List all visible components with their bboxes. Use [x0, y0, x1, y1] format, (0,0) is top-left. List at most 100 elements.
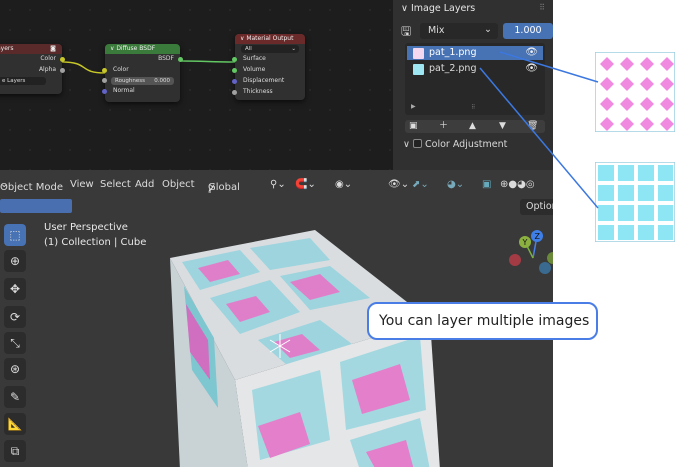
add-cube-tool[interactable]: ⧉ [4, 440, 26, 462]
chevron-down-icon: ∨ [401, 3, 411, 14]
image-layers-panel: ∨ Image Layers ⠿ 🖫 Mix ⌄ 1.000 pat_1.png… [393, 0, 553, 170]
open-image-icon[interactable]: ▣ [409, 120, 418, 133]
diffuse-bsdf-node[interactable]: ∨ Diffuse BSDF BSDF Color Roughness 0.00… [102, 44, 183, 102]
alpha-output-label: Alpha [38, 66, 56, 73]
material-output-node[interactable]: ∨ Material Output All ⌄ Surface Volume D… [232, 34, 305, 100]
layer-name: pat_2.png [429, 63, 477, 74]
menu-object[interactable]: Object [162, 179, 195, 190]
eye-icon[interactable]: 👁 [525, 62, 538, 76]
camera-icon: ◙ [50, 45, 56, 52]
transform-orientation-select[interactable]: ⭹ Global ⌄ [208, 179, 240, 195]
drag-handle-icon[interactable]: ⠿ [539, 3, 545, 12]
proportional-edit-icon[interactable]: ◉⌄ [335, 179, 352, 190]
shading-modes-icon[interactable]: ⊕●◕◎ [500, 179, 535, 190]
layer-thumbnail [413, 64, 424, 75]
blend-mode-select[interactable]: Mix ⌄ [420, 23, 498, 39]
color-output-socket[interactable] [60, 57, 65, 62]
thickness-socket[interactable] [232, 90, 237, 95]
layer-item-pat-1[interactable]: pat_1.png 👁 [407, 46, 543, 60]
displacement-label: Displacement [243, 77, 285, 84]
trash-icon[interactable]: 🗑 [527, 120, 538, 133]
image-layers-node-title: ayers [0, 45, 14, 52]
color-output-row: Color [0, 54, 65, 65]
material-output-header: ∨ Material Output [235, 34, 305, 44]
snap-icon[interactable]: 🧲⌄ [295, 179, 316, 190]
pivot-icon[interactable]: ⚲⌄ [270, 179, 286, 190]
layer-thumbnail [413, 48, 424, 59]
xray-icon[interactable]: ▣ [482, 179, 491, 190]
eye-icon[interactable]: 👁 [525, 46, 538, 60]
collection-label: (1) Collection | Cube [44, 237, 147, 248]
gizmo-icon[interactable]: ⬈⌄ [412, 179, 429, 190]
roughness-socket[interactable] [102, 78, 107, 83]
scale-tool[interactable]: ⤡ [4, 332, 26, 354]
annotate-tool[interactable]: ✎ [4, 386, 26, 408]
color-adjustment-label: Color Adjustment [425, 139, 508, 150]
visibility-icon[interactable]: 👁⌄ [388, 179, 409, 190]
roughness-label: Roughness [115, 78, 146, 84]
expand-triangle-icon[interactable]: ▶ [411, 103, 416, 110]
move-down-icon[interactable]: ▼ [499, 120, 506, 133]
bsdf-output-row: BSDF [105, 54, 183, 65]
roughness-field[interactable]: Roughness 0.000 [102, 77, 174, 85]
cursor-tool[interactable]: ⊕ [4, 250, 26, 272]
bsdf-normal-socket[interactable] [102, 89, 107, 94]
options-button[interactable]: Options [520, 199, 553, 215]
alpha-output-socket[interactable] [60, 68, 65, 73]
image-layers-title: Image Layers [410, 3, 476, 14]
menu-select[interactable]: Select [100, 179, 131, 190]
image-layers-panel-header[interactable]: ∨ Image Layers ⠿ [393, 0, 553, 17]
displacement-socket[interactable] [232, 79, 237, 84]
rotate-tool[interactable]: ⟳ [4, 306, 26, 328]
thickness-input-row: Thickness [232, 87, 305, 98]
target-select[interactable]: All ⌄ [241, 45, 299, 53]
volume-label: Volume [243, 66, 266, 73]
cube-object[interactable] [170, 230, 550, 467]
opacity-field[interactable]: 1.000 [503, 23, 553, 39]
bsdf-normal-row: Normal [102, 86, 180, 97]
pattern-preview-pink [595, 52, 675, 132]
chevron-down-icon: ⌄ [291, 46, 296, 52]
annotation-area [553, 0, 676, 467]
callout-text: You can layer multiple images [379, 313, 590, 329]
roughness-value: 0.000 [154, 78, 170, 84]
select-box-tool[interactable]: ⬚ [4, 224, 26, 246]
surface-input-row: Surface [232, 54, 305, 65]
image-layers-node[interactable]: ayers ◙ Color Alpha e Layers [0, 44, 65, 94]
callout-bubble: You can layer multiple images [367, 302, 598, 340]
pattern-preview-cyan [595, 162, 675, 242]
object-mode-label: Object Mode [0, 182, 63, 193]
overlays-icon[interactable]: ◕⌄ [447, 179, 464, 190]
orientation-label: Global [208, 182, 240, 193]
bsdf-output-socket[interactable] [178, 57, 183, 62]
move-up-icon[interactable]: ▲ [469, 120, 476, 133]
move-tool[interactable]: ✥ [4, 278, 26, 300]
select-mode-buttons[interactable] [0, 199, 72, 213]
bsdf-color-socket[interactable] [102, 68, 107, 73]
add-icon[interactable]: ＋ [439, 120, 448, 133]
measure-tool[interactable]: 📐 [4, 413, 26, 435]
checkbox[interactable] [412, 139, 422, 148]
resize-grip-icon[interactable]: ⠿ [471, 104, 475, 111]
layer-tools-row: ▣ ＋ ▲ ▼ 🗑 [405, 120, 545, 133]
view-perspective-label: User Perspective [44, 222, 128, 233]
bsdf-color-label: Color [113, 66, 129, 73]
surface-label: Surface [243, 55, 266, 62]
transform-tool[interactable]: ⊛ [4, 358, 26, 380]
surface-socket[interactable] [232, 57, 237, 62]
object-mode-select[interactable]: Object Mode ⌄ [0, 179, 63, 193]
image-layers-field[interactable]: e Layers [0, 77, 46, 85]
layer-item-pat-2[interactable]: pat_2.png 👁 [407, 62, 543, 76]
displacement-input-row: Displacement [232, 76, 305, 87]
volume-socket[interactable] [232, 68, 237, 73]
chevron-down-icon: ⌄ [484, 24, 492, 35]
color-adjustment-row[interactable]: ∨ Color Adjustment [403, 139, 507, 150]
menu-add[interactable]: Add [135, 179, 154, 190]
layers-list[interactable]: pat_1.png 👁 pat_2.png 👁 ▶ ⠿ [405, 43, 545, 115]
bsdf-output-label: BSDF [158, 55, 174, 62]
node-editor[interactable]: ayers ◙ Color Alpha e Layers ∨ Diffuse B… [0, 0, 393, 170]
bsdf-normal-label: Normal [113, 87, 135, 94]
menu-view[interactable]: View [70, 179, 94, 190]
image-save-icon[interactable]: 🖫 [401, 23, 411, 39]
color-output-label: Color [40, 55, 56, 62]
